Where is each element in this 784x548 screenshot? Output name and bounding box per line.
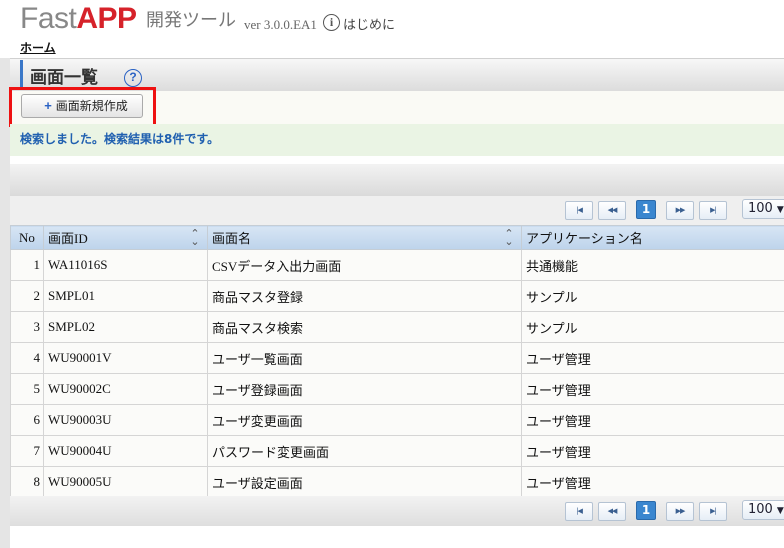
- tool-name: 開発ツール: [146, 10, 236, 31]
- row-no: 2: [10, 280, 44, 312]
- fastapp-logo: FastAPP: [20, 2, 137, 36]
- intro-link[interactable]: はじめに: [343, 14, 395, 33]
- left-gutter: [0, 58, 10, 548]
- row-app-name: ユーザ管理: [521, 342, 784, 374]
- search-panel-band: [10, 164, 784, 196]
- header-no: No: [10, 225, 44, 250]
- row-screen-id[interactable]: WU90004U: [43, 435, 208, 467]
- row-screen-name: ユーザ変更画面: [207, 404, 522, 436]
- row-app-name: ユーザ管理: [521, 404, 784, 436]
- breadcrumb-home-link[interactable]: ホーム: [20, 39, 56, 56]
- row-no: 7: [10, 435, 44, 467]
- first-page-button[interactable]: |◀: [565, 502, 593, 521]
- row-no: 4: [10, 342, 44, 374]
- row-app-name: 共通機能: [521, 249, 784, 281]
- question-mark-icon[interactable]: ?: [124, 69, 142, 87]
- row-no: 6: [10, 404, 44, 436]
- row-app-name: ユーザ管理: [521, 466, 784, 498]
- screen-list-table: No 画面ID ⌃ ⌄ 画面名 ⌃ ⌄ アプリケーション名 1 WA11016S CSVデー…: [10, 225, 784, 498]
- last-page-button[interactable]: ▶|: [699, 201, 727, 220]
- table-row[interactable]: 4 WU90001V ユーザ一覧画面 ユーザ管理: [10, 342, 784, 374]
- row-screen-id[interactable]: WA11016S: [43, 249, 208, 281]
- row-screen-id[interactable]: WU90002C: [43, 373, 208, 405]
- current-page-button[interactable]: 1: [636, 501, 656, 520]
- row-app-name: サンプル: [521, 280, 784, 312]
- table-row[interactable]: 3 SMPL02 商品マスタ検索 サンプル: [10, 311, 784, 343]
- row-screen-id[interactable]: WU90003U: [43, 404, 208, 436]
- sort-icon[interactable]: ⌃ ⌄: [189, 229, 201, 248]
- table-row[interactable]: 7 WU90004U パスワード変更画面 ユーザ管理: [10, 435, 784, 467]
- sort-icon[interactable]: ⌃ ⌄: [503, 229, 515, 248]
- first-page-button[interactable]: |◀: [565, 201, 593, 220]
- version-label: ver 3.0.0.EA1: [244, 17, 317, 32]
- header-screen-name[interactable]: 画面名 ⌃ ⌄: [207, 225, 522, 250]
- row-no: 1: [10, 249, 44, 281]
- row-screen-name: パスワード変更画面: [207, 435, 522, 467]
- row-screen-id[interactable]: WU90005U: [43, 466, 208, 498]
- row-app-name: ユーザ管理: [521, 373, 784, 405]
- row-screen-id[interactable]: WU90001V: [43, 342, 208, 374]
- new-screen-button-label: 画面新規作成: [55, 99, 128, 113]
- header-app-name[interactable]: アプリケーション名: [521, 225, 784, 250]
- page-title: 画面一覧: [30, 68, 98, 88]
- row-screen-name: 商品マスタ登録: [207, 280, 522, 312]
- app-header: FastAPP 開発ツール ver 3.0.0.EA1 i はじめに: [0, 0, 784, 40]
- row-screen-id[interactable]: SMPL02: [43, 311, 208, 343]
- page-size-value: 100: [748, 201, 773, 216]
- header-screen-id-label: 画面ID: [48, 231, 88, 246]
- page-size-select[interactable]: 100 ▼: [742, 500, 784, 520]
- chevron-down-icon: ▼: [776, 506, 784, 516]
- plus-icon: +: [44, 98, 52, 113]
- row-screen-name: CSVデータ入出力画面: [207, 249, 522, 281]
- row-no: 8: [10, 466, 44, 498]
- page-size-value: 100: [748, 502, 773, 517]
- row-no: 5: [10, 373, 44, 405]
- table-header-row: No 画面ID ⌃ ⌄ 画面名 ⌃ ⌄ アプリケーション名: [10, 225, 784, 250]
- row-screen-name: ユーザ登録画面: [207, 373, 522, 405]
- title-accent-bar: [20, 60, 23, 90]
- header-screen-id[interactable]: 画面ID ⌃ ⌄: [43, 225, 208, 250]
- next-page-button[interactable]: ▶▶: [666, 201, 694, 220]
- prev-page-button[interactable]: ◀◀: [598, 201, 626, 220]
- logo-app-text: APP: [76, 2, 137, 35]
- last-page-button[interactable]: ▶|: [699, 502, 727, 521]
- pager-bottom: |◀ ◀◀ 1 ▶▶ ▶| 100 ▼: [10, 496, 784, 526]
- search-result-message: 検索しました。検索結果は8件です。: [20, 132, 220, 146]
- table-row[interactable]: 8 WU90005U ユーザ設定画面 ユーザ管理: [10, 466, 784, 498]
- row-app-name: ユーザ管理: [521, 435, 784, 467]
- row-app-name: サンプル: [521, 311, 784, 343]
- table-row[interactable]: 5 WU90002C ユーザ登録画面 ユーザ管理: [10, 373, 784, 405]
- new-screen-button[interactable]: + 画面新規作成: [21, 94, 143, 118]
- logo-fast-text: Fast: [20, 2, 77, 35]
- page-size-select[interactable]: 100 ▼: [742, 199, 784, 219]
- row-screen-id[interactable]: SMPL01: [43, 280, 208, 312]
- next-page-button[interactable]: ▶▶: [666, 502, 694, 521]
- table-row[interactable]: 2 SMPL01 商品マスタ登録 サンプル: [10, 280, 784, 312]
- prev-page-button[interactable]: ◀◀: [598, 502, 626, 521]
- info-icon[interactable]: i: [323, 14, 340, 31]
- current-page-button[interactable]: 1: [636, 200, 656, 219]
- row-screen-name: ユーザ設定画面: [207, 466, 522, 498]
- chevron-down-icon: ▼: [776, 205, 784, 215]
- table-row[interactable]: 6 WU90003U ユーザ変更画面 ユーザ管理: [10, 404, 784, 436]
- pager-top: |◀ ◀◀ 1 ▶▶ ▶| 100 ▼: [10, 196, 784, 225]
- row-no: 3: [10, 311, 44, 343]
- header-screen-name-label: 画面名: [212, 231, 252, 246]
- row-screen-name: ユーザ一覧画面: [207, 342, 522, 374]
- table-row[interactable]: 1 WA11016S CSVデータ入出力画面 共通機能: [10, 249, 784, 281]
- row-screen-name: 商品マスタ検索: [207, 311, 522, 343]
